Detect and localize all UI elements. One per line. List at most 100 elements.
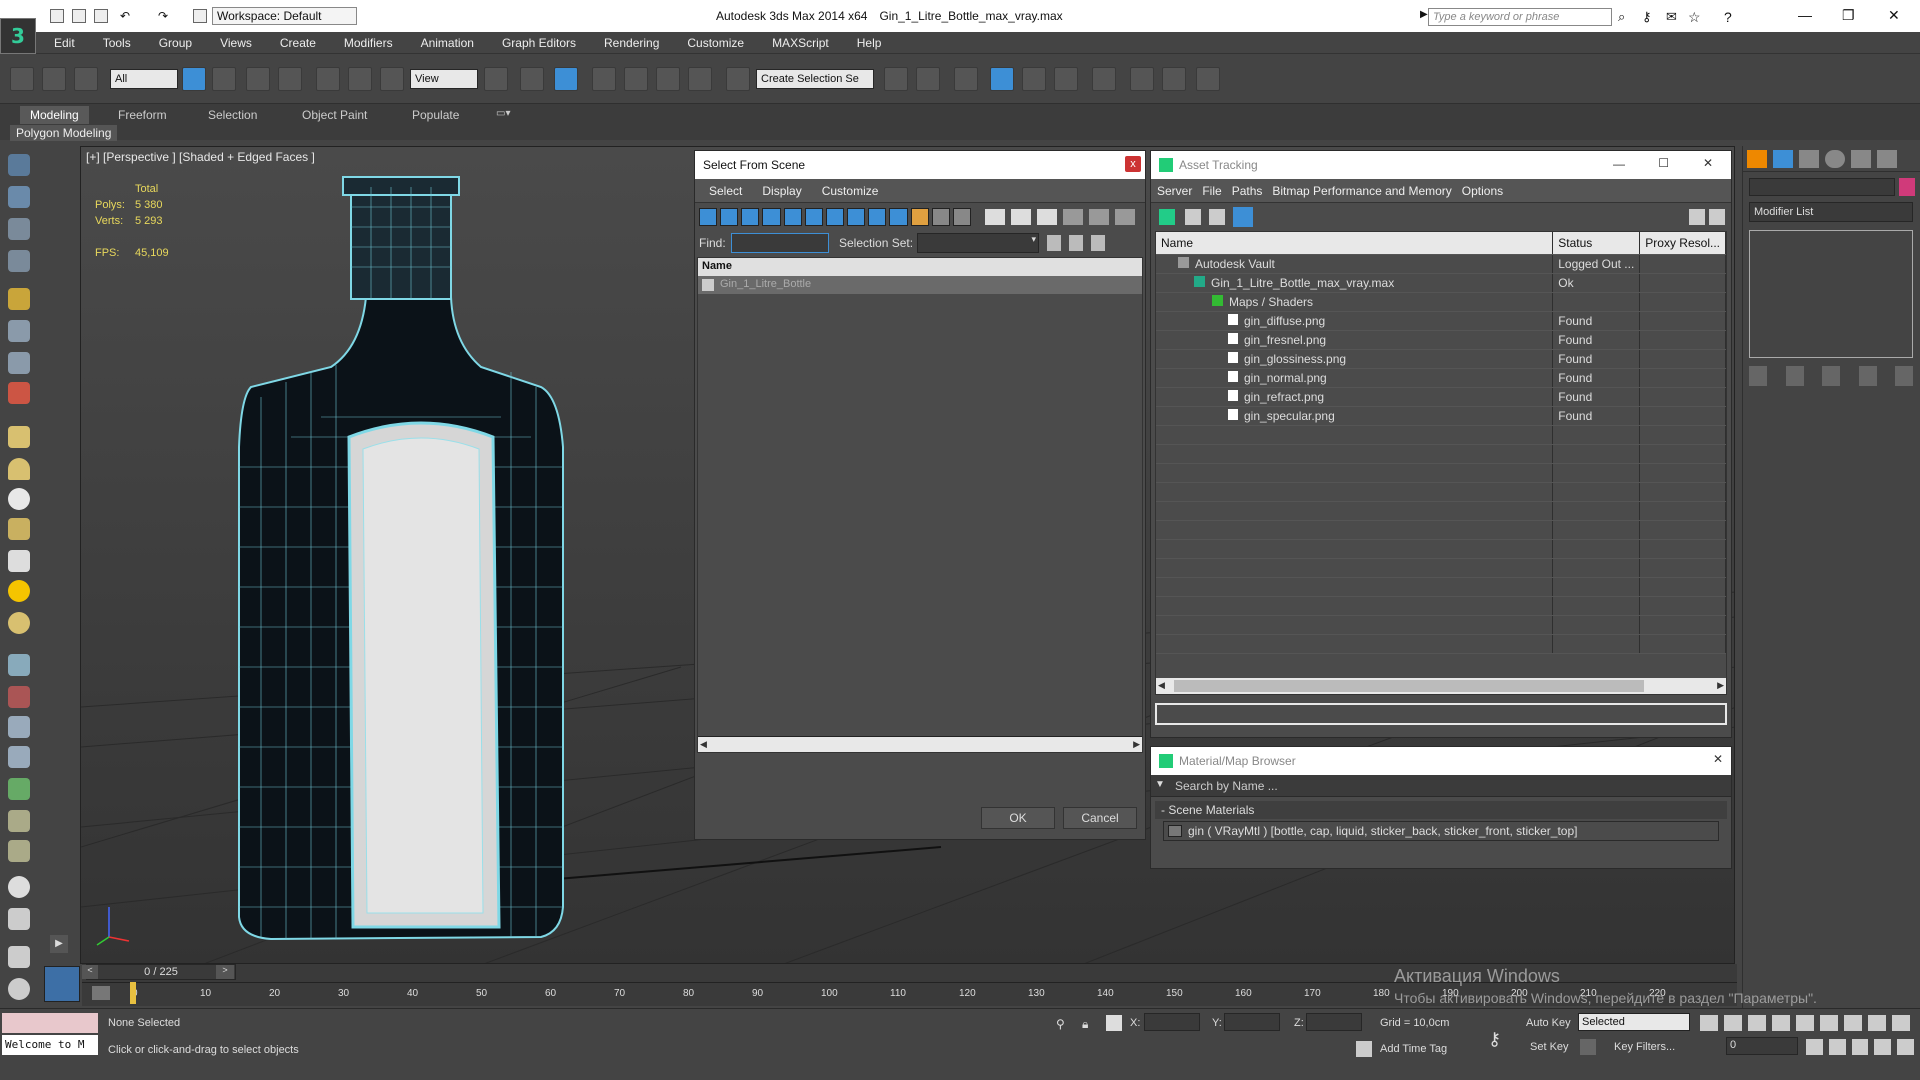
table-row[interactable]: Gin_1_Litre_Bottle_max_vray.max Ok: [1156, 273, 1726, 293]
grid-icon[interactable]: [8, 250, 30, 272]
column-status[interactable]: Status: [1552, 232, 1641, 255]
save-file-icon[interactable]: [94, 9, 108, 23]
viewport-label[interactable]: [+] [Perspective ] [Shaded + Edged Faces…: [86, 150, 315, 164]
close-icon[interactable]: ✕: [1713, 752, 1723, 766]
material-sphere-icon[interactable]: [8, 876, 30, 898]
favorites-star-icon[interactable]: ☆: [1688, 9, 1702, 25]
zoom-extents-all-icon[interactable]: [1892, 1015, 1910, 1031]
ribbon-panel-polygon-modeling[interactable]: Polygon Modeling: [10, 125, 118, 141]
undo-icon[interactable]: ↶: [120, 9, 134, 23]
cancel-button[interactable]: Cancel: [1063, 807, 1137, 829]
maximize-icon[interactable]: ❐: [1842, 7, 1855, 24]
plane-icon[interactable]: [8, 426, 30, 448]
menu-paths[interactable]: Paths: [1232, 179, 1263, 203]
workspace-dropdown[interactable]: Workspace: Default: [212, 7, 357, 25]
list-header-name[interactable]: Name: [698, 258, 1142, 276]
fur-icon[interactable]: [8, 810, 30, 832]
select-by-name-icon[interactable]: [212, 67, 236, 91]
project-folder-icon[interactable]: [193, 9, 207, 23]
show-end-result-icon[interactable]: [1785, 366, 1804, 386]
display-helpers-icon[interactable]: [783, 208, 802, 226]
scroll-right-icon[interactable]: ▶: [1133, 739, 1140, 750]
horizontal-scrollbar[interactable]: ◀ ▶: [1156, 678, 1726, 694]
menu-views[interactable]: Views: [220, 36, 252, 50]
column-name[interactable]: Name: [1156, 232, 1554, 255]
go-to-start-icon[interactable]: [1700, 1015, 1718, 1031]
maxscript-input[interactable]: Welcome to M: [2, 1035, 98, 1055]
hierarchy-tab-icon[interactable]: [1799, 150, 1819, 168]
orbit-icon[interactable]: [1874, 1039, 1892, 1055]
object-color-swatch[interactable]: [1899, 178, 1915, 196]
modifier-list-dropdown[interactable]: Modifier List: [1749, 202, 1913, 222]
make-unique-icon[interactable]: [1822, 366, 1840, 386]
named-selection-set-dropdown[interactable]: Create Selection Se: [756, 69, 874, 89]
window-crossing-icon[interactable]: [278, 67, 302, 91]
column-proxy-resolution[interactable]: Proxy Resol...: [1639, 232, 1726, 255]
list-view-icon[interactable]: [1185, 209, 1201, 225]
sun-icon[interactable]: [8, 580, 30, 602]
set-key-mode-icon[interactable]: [1580, 1039, 1596, 1055]
tab-freeform[interactable]: Freeform: [108, 106, 177, 124]
table-row[interactable]: gin_fresnel.png Found: [1156, 330, 1726, 350]
current-frame-input[interactable]: 0: [1726, 1037, 1798, 1055]
display-lights-icon[interactable]: [741, 208, 760, 226]
scale-icon[interactable]: [380, 67, 404, 91]
find-input[interactable]: [731, 233, 829, 253]
move-icon[interactable]: [316, 67, 340, 91]
maximize-icon[interactable]: ☐: [1658, 156, 1669, 170]
maximize-viewport-icon[interactable]: [1897, 1039, 1914, 1055]
time-marker[interactable]: [130, 982, 136, 1004]
browser-options-icon[interactable]: ▼: [1155, 779, 1165, 790]
scroll-left-icon[interactable]: ◀: [1158, 680, 1165, 691]
menu-select[interactable]: Select: [709, 179, 742, 203]
display-frozen-icon[interactable]: [910, 208, 929, 226]
walk-through-icon[interactable]: [1828, 1039, 1846, 1055]
cloud-icon[interactable]: [8, 154, 30, 176]
z-coordinate-input[interactable]: [1306, 1013, 1362, 1031]
angle-snap-icon[interactable]: [624, 67, 648, 91]
rotation-icon[interactable]: [8, 352, 30, 374]
scrollbar-thumb[interactable]: [1174, 680, 1644, 692]
close-icon[interactable]: ✕: [1703, 156, 1713, 170]
menu-display[interactable]: Display: [762, 179, 801, 203]
menu-customize[interactable]: Customize: [687, 36, 744, 50]
display-space-warps-icon[interactable]: [804, 208, 823, 226]
select-object-icon[interactable]: [182, 67, 206, 91]
display-bones-icon[interactable]: [868, 208, 887, 226]
auto-key-button[interactable]: Auto Key: [1526, 1017, 1571, 1029]
spinner-snap-icon[interactable]: [688, 67, 712, 91]
remove-modifier-icon[interactable]: [1858, 366, 1877, 386]
calculator-icon[interactable]: [8, 908, 30, 930]
hierarchy-icon[interactable]: [1089, 209, 1109, 225]
cone-icon[interactable]: [8, 550, 30, 572]
filter-icon[interactable]: [1063, 209, 1083, 225]
menu-rendering[interactable]: Rendering: [604, 36, 659, 50]
collapse-icon[interactable]: [1115, 209, 1135, 225]
open-mini-curve-editor-icon[interactable]: [92, 986, 110, 1000]
add-time-tag[interactable]: Add Time Tag: [1380, 1043, 1447, 1055]
horizontal-scrollbar[interactable]: ◀ ▶: [698, 736, 1142, 752]
copy-selection-set-icon[interactable]: [1091, 235, 1105, 251]
open-file-icon[interactable]: [72, 9, 86, 23]
particle-icon[interactable]: [8, 320, 30, 342]
set-key-button[interactable]: Set Key: [1530, 1041, 1569, 1053]
dynamics-icon[interactable]: [8, 686, 30, 708]
menu-maxscript[interactable]: MAXScript: [772, 36, 829, 50]
render-production-icon[interactable]: [1196, 67, 1220, 91]
tab-modeling[interactable]: Modeling: [20, 106, 89, 124]
material-editor-icon[interactable]: [1092, 67, 1116, 91]
utilities-tab-icon[interactable]: [1877, 150, 1897, 168]
schematic-view-icon[interactable]: [1054, 67, 1078, 91]
table-row[interactable]: gin_refract.png Found: [1156, 387, 1726, 407]
menu-bitmap-performance[interactable]: Bitmap Performance and Memory: [1272, 179, 1451, 203]
binoculars-icon[interactable]: ⌕: [1618, 9, 1632, 24]
select-invert-icon[interactable]: [1037, 209, 1057, 225]
select-none-icon[interactable]: [1011, 209, 1031, 225]
menu-create[interactable]: Create: [280, 36, 316, 50]
close-icon[interactable]: x: [1125, 156, 1141, 172]
camera-rig-icon[interactable]: [8, 382, 30, 404]
communication-center-icon[interactable]: ✉: [1666, 9, 1680, 24]
minimize-icon[interactable]: —: [1613, 157, 1625, 171]
absolute-mode-icon[interactable]: [1106, 1015, 1122, 1031]
rendered-frame-window-icon[interactable]: [1162, 67, 1186, 91]
